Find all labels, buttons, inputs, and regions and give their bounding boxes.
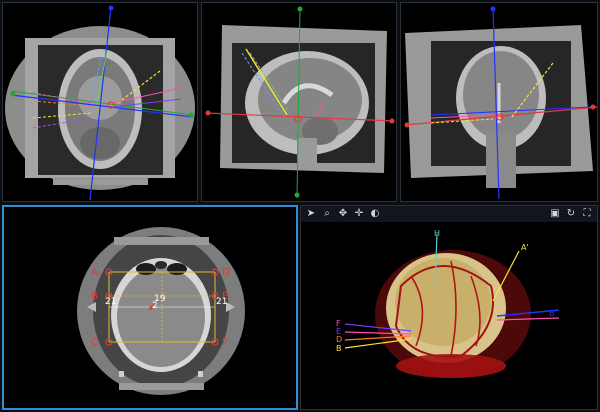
point-label-f: F — [222, 337, 228, 348]
measure-center-mid-value: 2 — [152, 301, 158, 311]
marker-label-d: D — [336, 335, 342, 344]
point-label-b: B — [91, 291, 98, 302]
sagittal-mri-viewport[interactable] — [201, 2, 397, 202]
marker-label-b-prime: B' — [549, 309, 557, 318]
brain-3d-render: H A' F E D B B' — [336, 229, 560, 378]
marker-label-a-prime: A' — [521, 243, 529, 252]
axial-ct-image: A B C D E F 21 21 19 2 — [77, 227, 245, 395]
measure-right-value: 21 — [216, 297, 227, 307]
axial-ct-measure-viewport[interactable]: A B C D E F 21 21 19 2 — [2, 205, 298, 410]
point-label-a: A — [91, 267, 98, 278]
point-label-d: D — [222, 267, 230, 278]
axial-mri-image — [5, 5, 195, 201]
point-label-c: C — [91, 337, 98, 348]
sagittal-mri-image — [205, 6, 395, 199]
marker-label-h: H — [434, 229, 440, 238]
axial-mri-viewport[interactable] — [2, 2, 198, 202]
measure-left-value: 21 — [105, 297, 116, 307]
coronal-mri-viewport[interactable] — [400, 2, 598, 202]
volume-render-viewport[interactable]: ➤ ⌕ ✥ ✛ ◐ ▣ ↻ ⛶ H A' F E D B B' — [300, 205, 598, 410]
coronal-mri-image — [404, 6, 597, 200]
marker-label-b: B — [336, 344, 342, 353]
